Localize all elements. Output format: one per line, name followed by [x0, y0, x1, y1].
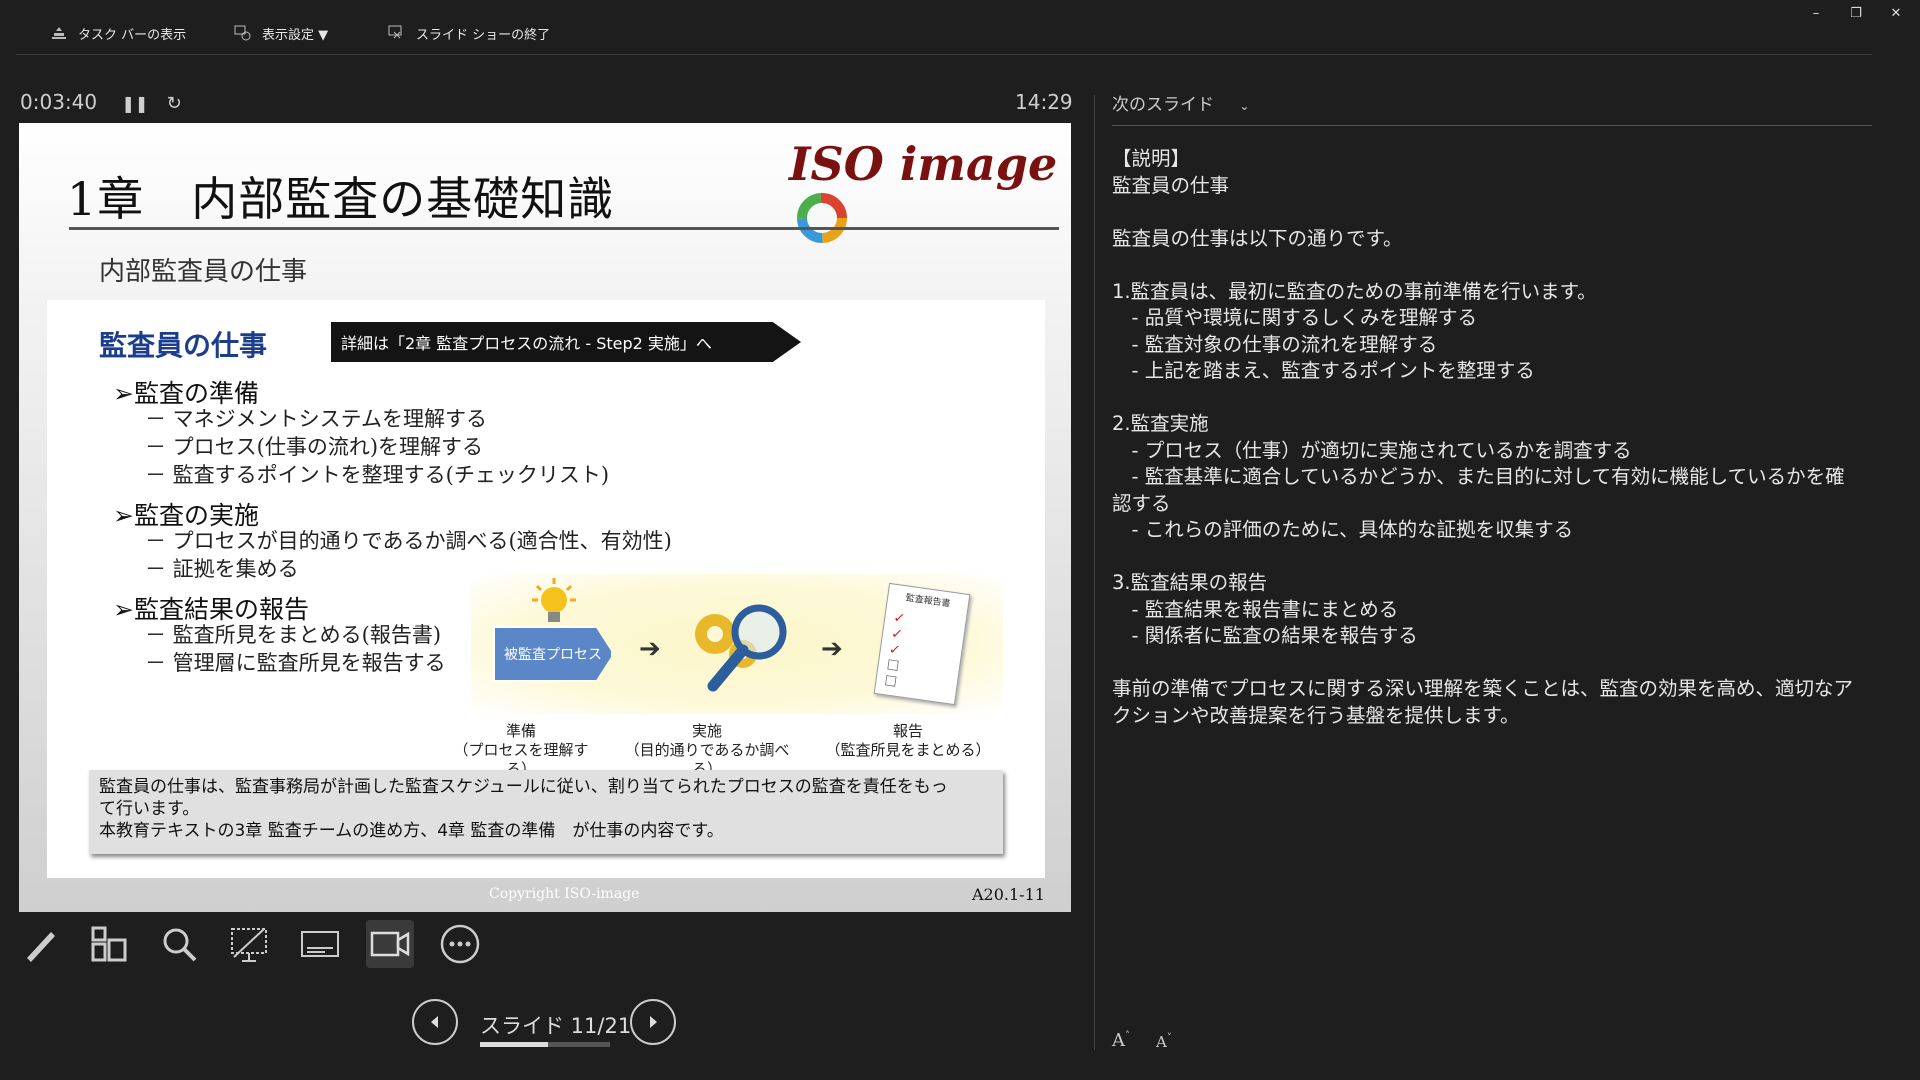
slide-content-panel: 監査員の仕事 詳細は「2章 監査プロセスの流れ - Step2 実施」へ ➢監査… — [47, 300, 1045, 878]
arrow-icon: ➔ — [821, 634, 843, 664]
end-slideshow-label: スライド ショーの終了 — [416, 27, 551, 43]
step-caption-report: 報告 （監査所見をまとめる） — [823, 722, 993, 760]
bullet-sub: － 管理層に監査所見を報告する — [145, 651, 446, 675]
pointer-screen-icon — [231, 928, 267, 962]
bullet-sub: － プロセスが目的通りであるか調べる(適合性、有効性) — [145, 529, 672, 553]
next-slide-label: 次のスライド — [1112, 95, 1214, 115]
decrease-font-button[interactable]: A˅ — [1156, 1033, 1172, 1051]
current-slide: 1章 内部監査の基礎知識 ISO image 内部監査員の仕事 監査員の仕事 詳… — [19, 123, 1071, 912]
bullet-sub: － 監査所見をまとめる(報告書) — [145, 623, 442, 647]
panel-divider — [1094, 95, 1095, 1050]
lightbulb-icon — [532, 578, 576, 622]
step-title: 報告 — [892, 722, 923, 740]
slide-progress-fill — [480, 1042, 549, 1047]
note-line: 本教育テキストの3章 監査チームの進め方、4章 監査の準備 が仕事の内容です。 — [99, 821, 724, 841]
report-document-icon: 監査報告書 ✓ ✓ ✓ ☐ ☐ — [873, 582, 971, 706]
restore-button[interactable]: ❐ — [1842, 4, 1870, 24]
elapsed-time: 0:03:40 — [20, 90, 98, 114]
logo: ISO image — [789, 137, 1071, 252]
slide-progress-bar — [480, 1042, 610, 1047]
restart-icon[interactable]: ↻ — [167, 93, 182, 114]
show-taskbar-button[interactable]: タスク バーの表示 — [50, 22, 186, 44]
see-all-slides-button[interactable] — [85, 920, 133, 968]
next-arrow-icon — [650, 1016, 657, 1028]
audited-process-box: 被監査プロセス — [493, 626, 613, 682]
step-detail: （監査所見をまとめる） — [825, 741, 991, 759]
end-slideshow-button[interactable]: スライド ショーの終了 — [388, 22, 550, 44]
zoom-button[interactable] — [155, 920, 203, 968]
report-doc-title: 監査報告書 — [904, 593, 951, 610]
subtitles-icon — [301, 931, 339, 957]
slide-title: 1章 内部監査の基礎知識 — [67, 172, 615, 226]
toolbar-divider — [16, 54, 1872, 55]
step-title: 準備 — [505, 722, 536, 740]
current-time: 14:29 — [1015, 90, 1073, 114]
arrow-icon: ➔ — [639, 634, 661, 664]
more-options-button[interactable] — [436, 920, 484, 968]
black-screen-button[interactable] — [225, 920, 273, 968]
show-taskbar-label: タスク バーの表示 — [78, 27, 187, 43]
title-underline — [69, 227, 1059, 230]
increase-font-icon: A — [1112, 1030, 1125, 1051]
subtitles-button[interactable] — [296, 920, 344, 968]
logo-text: ISO image — [789, 137, 1058, 191]
bullet-sub: － プロセス(仕事の流れ)を理解する — [145, 435, 484, 459]
notes-divider — [1112, 125, 1872, 126]
display-settings-label: 表示設定 ▼ — [262, 27, 329, 43]
slide-copyright: Copyright ISO-image — [489, 886, 640, 902]
previous-slide-button[interactable] — [412, 999, 458, 1045]
camera-toggle-button[interactable] — [366, 920, 414, 968]
audit-flow-diagram: 被監査プロセス ➔ ➔ 監査報告書 ✓ ✓ ✓ ☐ ☐ — [471, 574, 1003, 714]
logo-ring-icon — [797, 193, 847, 243]
display-settings-button[interactable]: 表示設定 ▼ — [234, 22, 328, 44]
increase-font-button[interactable]: A˄ — [1112, 1030, 1130, 1051]
next-slide-button[interactable] — [630, 999, 676, 1045]
bullet-sub: － マネジメントシステムを理解する — [145, 407, 488, 431]
chevron-down-icon: ⌄ — [1239, 99, 1250, 113]
gear-magnifier-icon — [695, 604, 787, 692]
bullet-sub: － 監査するポイントを整理する(チェックリスト) — [145, 463, 610, 487]
decrease-font-icon: A — [1156, 1033, 1167, 1051]
note-line: て行います。 — [99, 799, 200, 819]
elapsed-timer: 0:03:40 ❚❚ ↻ — [20, 90, 182, 114]
minimize-button[interactable]: – — [1802, 4, 1830, 24]
pause-icon[interactable]: ❚❚ — [121, 94, 148, 113]
slide-counter[interactable]: スライド 11/21 — [480, 1010, 631, 1040]
more-icon — [440, 924, 480, 964]
end-show-icon — [388, 25, 402, 39]
zoom-icon — [163, 928, 197, 962]
speaker-notes[interactable]: 【説明】 監査員の仕事 監査員の仕事は以下の通りです。 1.監査員は、最初に監査… — [1112, 146, 1860, 729]
close-button[interactable]: ✕ — [1882, 4, 1910, 24]
step-title: 実施 — [691, 722, 722, 740]
slide-note-box: 監査員の仕事は、監査事務局が計画した監査スケジュールに従い、割り当てられたプロセ… — [89, 770, 1003, 854]
next-slide-dropdown[interactable]: 次のスライド ⌄ — [1112, 90, 1249, 115]
detail-banner: 詳細は「2章 監査プロセスの流れ - Step2 実施」へ — [331, 322, 801, 362]
slide-page-number: A20.1-11 — [972, 885, 1045, 904]
display-settings-icon — [234, 25, 251, 41]
pen-tool-button[interactable] — [17, 920, 65, 968]
note-line: 監査員の仕事は、監査事務局が計画した監査スケジュールに従い、割り当てられたプロセ… — [99, 777, 948, 797]
pen-icon — [27, 932, 55, 962]
camera-icon — [370, 931, 410, 957]
slide-subtitle: 内部監査員の仕事 — [99, 257, 308, 287]
slides-grid-icon — [91, 926, 127, 962]
taskbar-icon — [52, 27, 66, 39]
section-title: 監査員の仕事 — [99, 329, 268, 362]
bullet-sub: － 証拠を集める — [145, 557, 299, 581]
previous-arrow-icon — [431, 1016, 438, 1028]
